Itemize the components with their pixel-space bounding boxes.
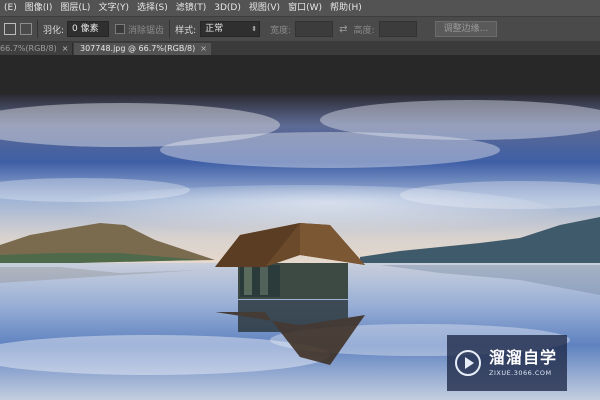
selection-add-icon[interactable] (4, 23, 16, 35)
menu-select[interactable]: 选择(S) (133, 0, 172, 16)
watermark-text: 溜溜自学 ZIXUE.3066.COM (489, 348, 558, 378)
tab-label: 66.7%(RGB/8) (0, 44, 57, 53)
watermark-play-icon (455, 350, 481, 376)
watermark-title: 溜溜自学 (489, 348, 558, 367)
antialias-checkbox[interactable] (115, 24, 126, 34)
menu-help[interactable]: 帮助(H) (326, 0, 366, 16)
menu-view[interactable]: 视图(V) (245, 0, 284, 16)
menu-edit[interactable]: (E) (0, 0, 21, 16)
swap-icon[interactable]: ⇄ (339, 24, 347, 35)
menu-3d[interactable]: 3D(D) (210, 0, 245, 16)
feather-input[interactable]: 0 像素 (67, 21, 110, 37)
antialias-label: 消除锯齿 (128, 25, 165, 36)
options-bar: 羽化: 0 像素 消除锯齿 样式: 正常 ⬍ 宽度: ⇄ 高度: 调整边缘... (0, 16, 600, 42)
watermark-badge: 溜溜自学 ZIXUE.3066.COM (447, 335, 567, 391)
document-tab-bar: 66.7%(RGB/8) × 307748.jpg @ 66.7%(RGB/8)… (0, 42, 600, 55)
menu-window[interactable]: 窗口(W) (284, 0, 326, 16)
feather-label: 羽化: (43, 25, 65, 36)
menu-layer[interactable]: 图层(L) (56, 0, 94, 16)
divider (169, 20, 171, 38)
menu-filter[interactable]: 滤镜(T) (172, 0, 211, 16)
dropdown-arrow-icon: ⬍ (251, 25, 258, 33)
height-input[interactable] (378, 21, 417, 37)
tab-label: 307748.jpg @ 66.7%(RGB/8) (80, 44, 196, 53)
menu-bar: (E) 图像(I) 图层(L) 文字(Y) 选择(S) 滤镜(T) 3D(D) … (0, 0, 600, 16)
height-label: 高度: (353, 25, 375, 36)
tab-document-2[interactable]: 307748.jpg @ 66.7%(RGB/8) × (74, 43, 211, 55)
menu-type[interactable]: 文字(Y) (94, 0, 133, 16)
watermark-url: ZIXUE.3066.COM (489, 369, 552, 377)
style-select[interactable]: 正常 ⬍ (200, 21, 261, 37)
close-icon[interactable]: × (200, 43, 207, 55)
selection-subtract-icon[interactable] (20, 23, 32, 35)
menu-image[interactable]: 图像(I) (21, 0, 57, 16)
close-icon[interactable]: × (62, 43, 69, 55)
tab-document-1[interactable]: 66.7%(RGB/8) × (0, 43, 73, 55)
width-label: 宽度: (270, 25, 292, 36)
divider (37, 20, 38, 38)
refine-edge-button[interactable]: 调整边缘... (434, 21, 498, 37)
style-value: 正常 (205, 24, 224, 34)
width-input[interactable] (295, 21, 334, 37)
style-label: 样式: (175, 25, 197, 36)
